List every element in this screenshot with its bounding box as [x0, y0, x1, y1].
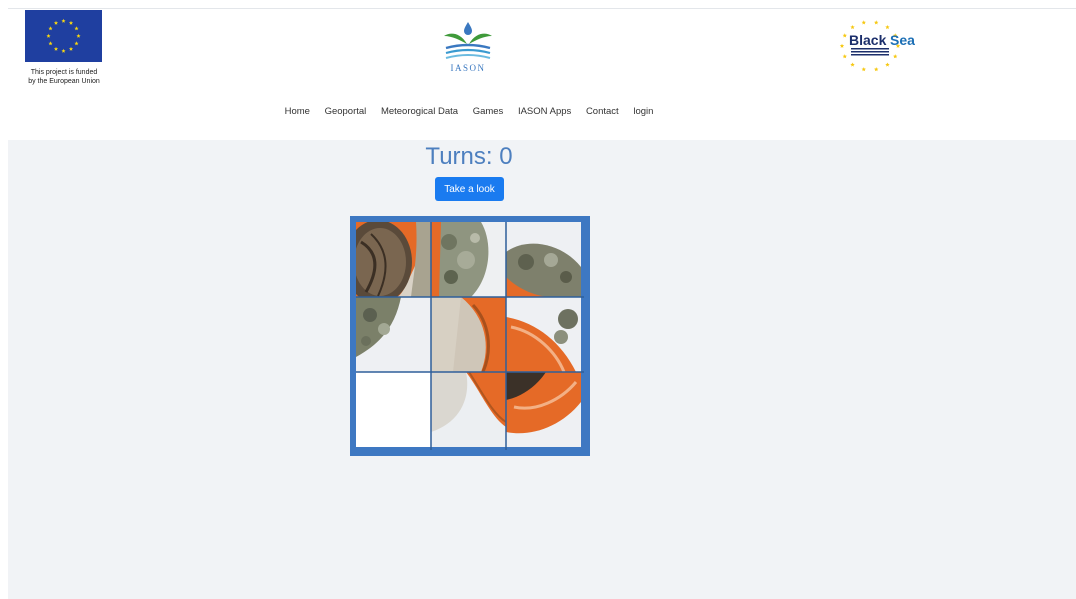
- nav-home[interactable]: Home: [285, 106, 310, 117]
- turns-counter: Turns: 0: [425, 143, 513, 170]
- shell-image-piece: [356, 297, 431, 372]
- eu-caption-line1: This project is funded: [30, 69, 98, 76]
- main-nav: Home Geoportal Meteorogical Data Games I…: [0, 106, 938, 117]
- nav-games[interactable]: Games: [473, 106, 504, 117]
- puzzle-tile[interactable]: [431, 297, 506, 372]
- nav-meteorogical-data[interactable]: Meteorogical Data: [381, 106, 458, 117]
- eu-funding-caption: This project is funded by the European U…: [22, 68, 106, 86]
- puzzle-tile[interactable]: [506, 297, 581, 372]
- take-a-look-button[interactable]: Take a look: [435, 177, 504, 201]
- eu-flag-logo: [25, 10, 102, 62]
- puzzle-board: [350, 216, 590, 456]
- shell-image-piece: [431, 222, 506, 297]
- iason-logo[interactable]: IASON: [440, 18, 496, 74]
- top-divider: [8, 8, 1076, 9]
- game-area: Turns: 0 Take a look: [8, 140, 1076, 599]
- puzzle-tile[interactable]: [506, 372, 581, 447]
- shell-image-piece: [431, 297, 506, 372]
- shell-image-piece: [356, 222, 431, 297]
- blacksea-text-black: Black: [849, 32, 887, 48]
- shell-image-piece: [506, 372, 581, 447]
- eu-caption-line2: by the European Union: [28, 78, 100, 85]
- iason-emblem-icon: IASON: [444, 22, 492, 73]
- shell-image-piece: [431, 372, 506, 447]
- nav-login[interactable]: login: [633, 106, 653, 117]
- page: This project is funded by the European U…: [0, 0, 1076, 599]
- iason-logo-text: IASON: [450, 63, 485, 73]
- puzzle-tile[interactable]: [431, 222, 506, 297]
- puzzle-blank-tile[interactable]: [356, 372, 431, 447]
- blacksea-logo[interactable]: Black Sea: [834, 16, 918, 76]
- site-header: This project is funded by the European U…: [0, 0, 1076, 140]
- puzzle-tile[interactable]: [356, 297, 431, 372]
- nav-iason-apps[interactable]: IASON Apps: [518, 106, 571, 117]
- puzzle-tile[interactable]: [431, 372, 506, 447]
- puzzle-tile[interactable]: [356, 222, 431, 297]
- nav-contact[interactable]: Contact: [586, 106, 619, 117]
- blacksea-emblem-icon: Black Sea: [839, 20, 915, 72]
- puzzle-grid: [356, 222, 584, 450]
- nav-geoportal[interactable]: Geoportal: [325, 106, 367, 117]
- shell-image-piece: [506, 222, 581, 297]
- puzzle-tile[interactable]: [506, 222, 581, 297]
- blacksea-text-sea: Sea: [890, 32, 915, 48]
- shell-image-piece: [506, 297, 581, 372]
